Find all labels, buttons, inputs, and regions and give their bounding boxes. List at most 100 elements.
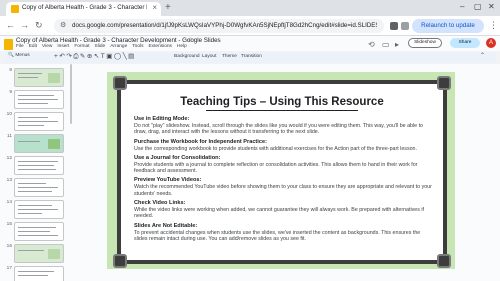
slide-thumbnail[interactable] [14, 244, 64, 263]
thumbnail-row[interactable]: 14 [0, 200, 72, 220]
thumbnail-row[interactable]: 13 [0, 178, 72, 198]
slide-number: 8 [9, 68, 12, 73]
frame-corner [437, 76, 451, 90]
slide-thumbnail[interactable] [14, 222, 64, 241]
thumbnail-row[interactable]: 8 [0, 68, 72, 88]
section-body: To prevent accidental changes when stude… [134, 229, 421, 242]
omnibox[interactable]: ⚙ docs.google.com/presentation/d/1jfJ9pK… [54, 19, 384, 33]
slide-thumbnail[interactable] [14, 68, 64, 87]
slides-logo-icon[interactable] [4, 39, 13, 50]
slide-thumbnail[interactable] [14, 156, 64, 175]
slide-number: 14 [6, 200, 12, 205]
toolbar-icons: +↶↷⎙✎⊕↖T▣◯╲▤ [54, 52, 136, 61]
extension-icon[interactable] [390, 22, 398, 30]
background-button[interactable]: Background [174, 54, 200, 59]
thumbnail-row[interactable]: 12 [0, 156, 72, 176]
thumbnail-row[interactable]: 11 [0, 134, 72, 154]
print-icon[interactable]: ⎙ [73, 53, 80, 60]
slide-thumbnail[interactable] [14, 112, 64, 131]
tab-close-icon[interactable]: × [152, 3, 157, 12]
thumbnail-row[interactable]: 15 [0, 222, 72, 242]
title-underline [206, 110, 358, 111]
menu-extensions[interactable]: Extensions [148, 44, 171, 49]
window-close-icon[interactable]: ✕ [488, 2, 495, 11]
slide-thumbnail[interactable] [14, 90, 64, 109]
relaunch-button[interactable]: Relaunch to update [412, 19, 484, 33]
slide-title: Teaching Tips – Using This Resource [180, 96, 384, 108]
collapse-toolbar-icon[interactable]: ⌃ [480, 52, 485, 59]
back-icon[interactable]: ← [6, 20, 15, 31]
transition-button[interactable]: Transition [241, 54, 262, 59]
theme-button[interactable]: Theme [222, 54, 237, 59]
slide-thumbnail[interactable] [14, 134, 64, 153]
slide-number: 9 [9, 90, 12, 95]
browser-tab[interactable]: Copy of Alberta Health - Grade 3 - Chara… [6, 2, 161, 16]
slide-number: 15 [6, 222, 12, 227]
select-icon[interactable]: ↖ [94, 53, 101, 60]
section-heading: Purchase the Workbook for Independent Pr… [134, 138, 267, 145]
slide-thumbnail[interactable] [14, 266, 64, 281]
search-menus-button[interactable]: 🔍 Menus [8, 53, 30, 58]
menu-format[interactable]: Format [74, 44, 89, 49]
profile-extension-icon[interactable] [401, 22, 409, 30]
section-heading: Use a Journal for Consolidation: [134, 154, 221, 161]
thumbnail-row[interactable]: 16 [0, 244, 72, 264]
menus-label: Menus [15, 53, 30, 58]
slideshow-button[interactable]: Slideshow [408, 38, 442, 48]
slide-content: Use in Editing Mode: Do not "play" slide… [134, 113, 434, 242]
star-icon[interactable]: ☆ [187, 36, 193, 44]
layout-button[interactable]: Layout [202, 54, 216, 59]
frame-corner [113, 254, 127, 268]
shape-icon[interactable]: ◯ [114, 53, 123, 60]
menu-slide[interactable]: Slide [95, 44, 106, 49]
section-body: Use the corresponding workbook to provid… [134, 145, 417, 152]
slide-number: 12 [6, 156, 12, 161]
menu-edit[interactable]: Edit [29, 44, 37, 49]
site-info-icon[interactable]: ⚙ [60, 21, 66, 29]
paint-format-icon[interactable]: ✎ [80, 53, 87, 60]
forward-icon[interactable]: → [20, 20, 29, 31]
menu-bar: File Edit View Insert Format Slide Arrange Tool… [16, 44, 192, 49]
new-tab-icon[interactable]: + [165, 2, 171, 14]
history-icon[interactable]: ⟲ [368, 40, 375, 49]
url-text[interactable]: docs.google.com/presentation/d/1jfJ9pKsL… [72, 22, 377, 29]
menu-tools[interactable]: Tools [132, 44, 143, 49]
section-body: While the video links were working when … [134, 207, 425, 220]
slide-number: 17 [6, 266, 12, 271]
menu-view[interactable]: View [42, 44, 52, 49]
thumbnail-row[interactable]: 17 [0, 266, 72, 281]
tab-title: Copy of Alberta Health - Grade 3 - Chara… [22, 4, 147, 11]
browser-menu-icon[interactable]: ⋮ [489, 20, 498, 31]
browser-tab-strip: Copy of Alberta Health - Grade 3 - Chara… [0, 0, 500, 16]
menu-help[interactable]: Help [177, 44, 187, 49]
slides-favicon-icon [11, 5, 19, 13]
toolbar: 🔍 Menus +↶↷⎙✎⊕↖T▣◯╲▤ Background Layout T… [4, 52, 496, 63]
slide-number: 10 [6, 112, 12, 117]
screen: Copy of Alberta Health - Grade 3 - Chara… [0, 0, 500, 281]
comment-icon[interactable]: ▭ [382, 40, 390, 49]
zoom-icon[interactable]: ⊕ [87, 53, 94, 60]
section-body: Watch the recommended YouTube video befo… [134, 184, 432, 197]
maximize-icon[interactable]: ▢ [474, 2, 482, 11]
share-button[interactable]: Share [450, 38, 480, 48]
slide-thumbnail[interactable] [14, 178, 64, 197]
menu-file[interactable]: File [16, 44, 24, 49]
menu-insert[interactable]: Insert [57, 44, 69, 49]
thumbnail-row[interactable]: 9 [0, 90, 72, 110]
section-heading: Preview YouTube Videos: [134, 177, 202, 184]
section-heading: Use in Editing Mode: [134, 116, 190, 122]
frame-corner [113, 76, 127, 90]
avatar[interactable]: A [486, 38, 496, 48]
menu-arrange[interactable]: Arrange [110, 44, 127, 49]
thumbnail-row[interactable]: 10 [0, 112, 72, 132]
filmstrip: 8 9 10 11 12 13 14 15 16 17 [0, 64, 72, 281]
insert-comment-icon[interactable]: ▤ [128, 53, 136, 60]
reload-icon[interactable]: ↻ [35, 20, 43, 31]
slide-number: 16 [6, 244, 12, 249]
meet-icon[interactable]: ▸ [395, 40, 399, 49]
minimize-icon[interactable]: – [460, 2, 464, 11]
address-bar: ← → ↻ ⚙ docs.google.com/presentation/d/1… [0, 16, 500, 36]
frame-corner [437, 254, 451, 268]
slide-thumbnail[interactable] [14, 200, 64, 219]
image-icon[interactable]: ▣ [106, 53, 114, 60]
